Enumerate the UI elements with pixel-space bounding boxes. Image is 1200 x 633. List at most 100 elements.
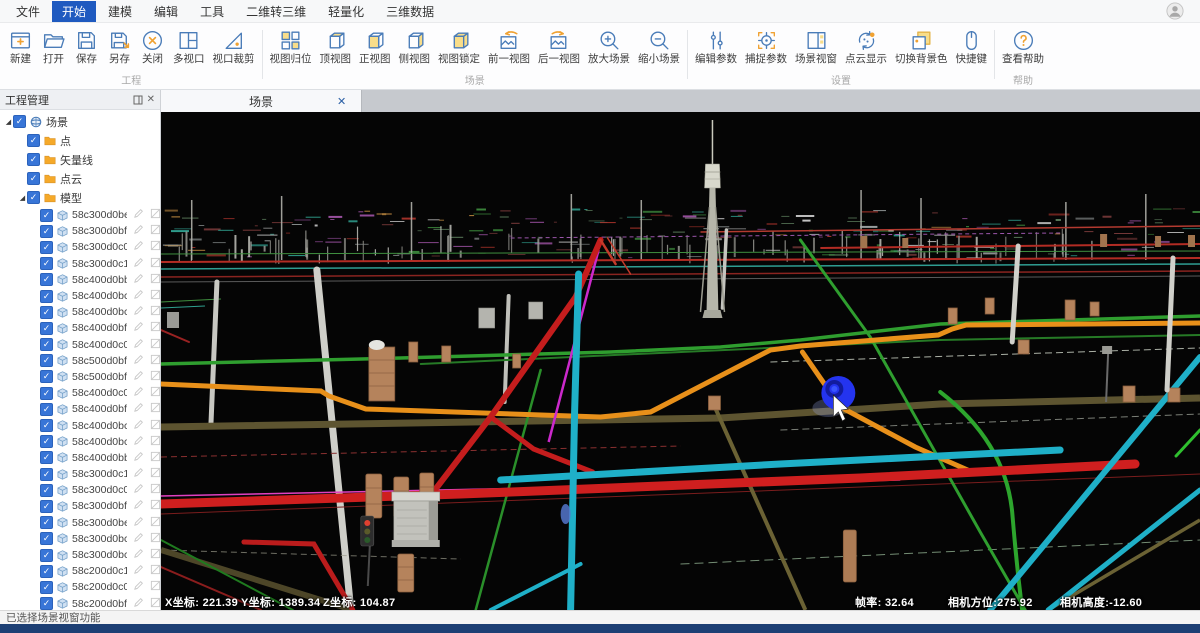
panel-dock-icon[interactable] <box>133 95 143 105</box>
viewport-clip-button[interactable]: 视口裁剪 <box>209 26 259 66</box>
tree-model-item[interactable]: ✓58c300d0bf <box>0 223 160 239</box>
edit-pencil-icon[interactable] <box>133 467 144 481</box>
tree-model-item[interactable]: ✓ 58c400d0bf <box>0 320 160 336</box>
no-edit-icon[interactable] <box>150 548 160 562</box>
no-edit-icon[interactable] <box>150 338 160 352</box>
panel-close-icon[interactable]: ✕ <box>147 95 155 105</box>
tree-model-item[interactable]: ✓58c300d0c1 <box>0 256 160 272</box>
no-edit-icon[interactable] <box>150 597 160 610</box>
tree-item-label[interactable]: 58c200d0bf <box>72 598 127 610</box>
tree-model-item[interactable]: ✓ 58c200d0c0 <box>0 579 160 595</box>
new-file-button[interactable]: 新建 <box>4 26 37 66</box>
tree-model-item[interactable]: ✓58c400d0bb <box>0 450 160 466</box>
edit-pencil-icon[interactable] <box>133 273 144 287</box>
checkbox-checked[interactable]: ✓ <box>40 370 53 383</box>
edit-pencil-icon[interactable] <box>133 240 144 254</box>
tree-item-label[interactable]: 58c400d0bb <box>72 452 127 464</box>
checkbox-checked[interactable]: ✓ <box>27 153 40 166</box>
checkbox-checked[interactable]: ✓ <box>27 172 40 185</box>
next-view-button[interactable]: 后一视图 <box>534 26 584 66</box>
tree-folder-2[interactable]: ✓点云 <box>0 169 160 188</box>
edit-pencil-icon[interactable] <box>133 402 144 416</box>
help-button[interactable]: 查看帮助 <box>998 26 1048 66</box>
tab-scene[interactable]: 场景 ✕ <box>161 90 362 112</box>
edit-pencil-icon[interactable] <box>133 321 144 335</box>
checkbox-checked[interactable]: ✓ <box>40 581 53 594</box>
tree-item-label[interactable]: 58c300d0be <box>72 209 127 221</box>
front-view-button[interactable]: 正视图 <box>355 26 395 66</box>
tree-item-label[interactable]: 58c300d0bc <box>72 533 127 545</box>
tree-item-label[interactable]: 58c400d0c0 <box>72 387 127 399</box>
zoom-in-button[interactable]: 放大场景 <box>584 26 634 66</box>
no-edit-icon[interactable] <box>150 208 160 222</box>
side-view-button[interactable]: 侧视图 <box>395 26 435 66</box>
no-edit-icon[interactable] <box>150 224 160 238</box>
tree-item-label[interactable]: 58c300d0c0 <box>72 484 127 496</box>
no-edit-icon[interactable] <box>150 451 160 465</box>
no-edit-icon[interactable] <box>150 467 160 481</box>
tree-item-label[interactable]: 58c300d0bf <box>72 225 127 237</box>
checkbox-checked[interactable]: ✓ <box>40 322 53 335</box>
edit-pencil-icon[interactable] <box>133 483 144 497</box>
menu-item-6[interactable]: 轻量化 <box>318 1 374 22</box>
edit-pencil-icon[interactable] <box>133 354 144 368</box>
checkbox-checked[interactable]: ✓ <box>40 500 53 513</box>
checkbox-checked[interactable]: ✓ <box>40 565 53 578</box>
no-edit-icon[interactable] <box>150 516 160 530</box>
no-edit-icon[interactable] <box>150 386 160 400</box>
top-view-button[interactable]: 顶视图 <box>316 26 356 66</box>
tree-item-label[interactable]: 58c300d0bf <box>72 500 127 512</box>
tree-item-label[interactable]: 58c400d0bc <box>72 420 127 432</box>
checkbox-checked[interactable]: ✓ <box>40 435 53 448</box>
tree-item-label[interactable]: 58c500d0bf <box>72 355 127 367</box>
point-cloud-button[interactable]: 点云显示 <box>841 26 891 66</box>
snap-params-button[interactable]: 捕捉参数 <box>741 26 791 66</box>
edit-pencil-icon[interactable] <box>133 564 144 578</box>
no-edit-icon[interactable] <box>150 257 160 271</box>
close-circle-button[interactable]: 关闭 <box>136 26 169 66</box>
tree-item-label[interactable]: 58c400d0bc <box>72 290 127 302</box>
tree-model-item[interactable]: ✓58c500d0bf <box>0 353 160 369</box>
menu-item-7[interactable]: 三维数据 <box>376 1 444 22</box>
tree-model-item[interactable]: ✓58c400d0bb <box>0 272 160 288</box>
tree-item-label[interactable]: 58c300d0c0 <box>72 241 127 253</box>
tree-model-item[interactable]: ✓58c300d0be <box>0 515 160 531</box>
tree-item-label[interactable]: 58c400d0c0 <box>72 339 127 351</box>
tree-item-label[interactable]: 58c300d0be <box>72 517 127 529</box>
edit-pencil-icon[interactable] <box>133 208 144 222</box>
tree-item-label[interactable]: 58c200d0c0 <box>72 581 127 593</box>
multi-viewport-button[interactable]: 多视口 <box>169 26 209 66</box>
tree-item-label[interactable]: 58c400d0bf <box>72 322 127 334</box>
menu-item-3[interactable]: 编辑 <box>144 1 188 22</box>
edit-pencil-icon[interactable] <box>133 370 144 384</box>
tree-item-label[interactable]: 58c400d0bc <box>72 436 127 448</box>
checkbox-checked[interactable]: ✓ <box>40 403 53 416</box>
checkbox-checked[interactable]: ✓ <box>27 191 40 204</box>
no-edit-icon[interactable] <box>150 240 160 254</box>
edit-pencil-icon[interactable] <box>133 580 144 594</box>
no-edit-icon[interactable] <box>150 499 160 513</box>
tree-folder-0[interactable]: ✓点 <box>0 131 160 150</box>
scene-3d-view[interactable]: X坐标: 221.39 Y坐标: 1389.34 Z坐标: 104.87 帧率:… <box>161 112 1200 610</box>
tree-item-label[interactable]: 58c500d0bf <box>72 371 127 383</box>
no-edit-icon[interactable] <box>150 402 160 416</box>
tree-item-label[interactable]: 58c300d0c1 <box>72 468 127 480</box>
checkbox-checked[interactable]: ✓ <box>40 306 53 319</box>
tree-model-item[interactable]: ✓58c400d0bc <box>0 288 160 304</box>
checkbox-checked[interactable]: ✓ <box>27 134 40 147</box>
scene-window-button[interactable]: 场景视窗 <box>791 26 841 66</box>
tree-item-label[interactable]: 58c400d0bc <box>72 306 127 318</box>
tree-item-label[interactable]: 矢量线 <box>60 152 93 168</box>
tree-item-label[interactable]: 点 <box>60 133 71 149</box>
menu-item-2[interactable]: 建模 <box>98 1 142 22</box>
hotkeys-button[interactable]: 快捷键 <box>952 26 992 66</box>
tab-close-icon[interactable]: ✕ <box>337 95 361 108</box>
edit-pencil-icon[interactable] <box>133 419 144 433</box>
tree-model-item[interactable]: ✓58c400d0bf <box>0 401 160 417</box>
zoom-out-button[interactable]: 缩小场景 <box>634 26 684 66</box>
no-edit-icon[interactable] <box>150 419 160 433</box>
menu-item-0[interactable]: 文件 <box>6 1 50 22</box>
no-edit-icon[interactable] <box>150 273 160 287</box>
checkbox-checked[interactable]: ✓ <box>40 484 53 497</box>
no-edit-icon[interactable] <box>150 370 160 384</box>
